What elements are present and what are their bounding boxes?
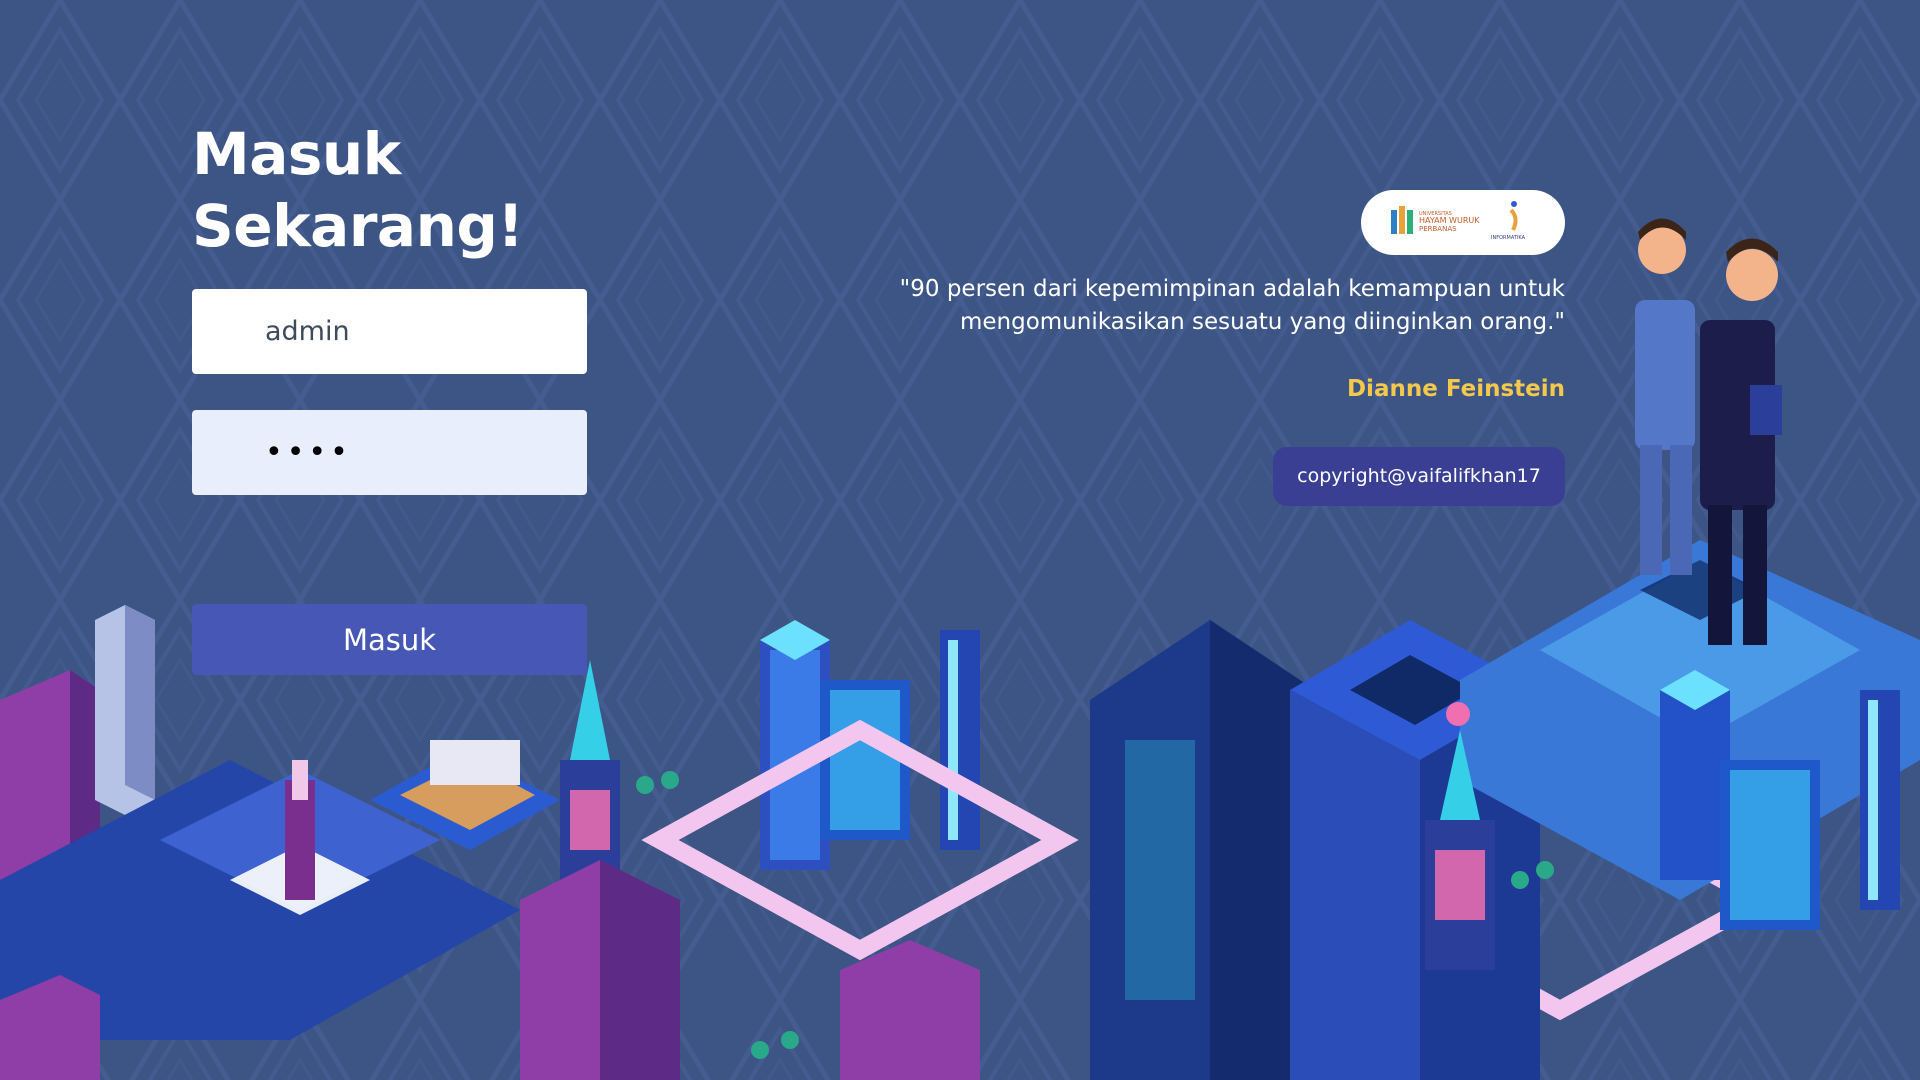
password-input[interactable] — [192, 410, 587, 495]
university-line-2: HAYAM WURUK — [1419, 216, 1480, 225]
university-line-3: PERBANAS — [1419, 225, 1457, 233]
title-line-2: Sekarang! — [192, 192, 524, 260]
department-label: INFORMATIKA — [1491, 235, 1526, 241]
login-button[interactable]: Masuk — [192, 604, 587, 675]
logo-badge: UNIVERSITAS HAYAM WURUK PERBANAS INFORMA… — [1361, 190, 1565, 255]
businessman-left — [1635, 218, 1695, 575]
quote-author: Dianne Feinstein — [1346, 376, 1565, 402]
quote-text: "90 persen dari kepemimpinan adalah kema… — [899, 276, 1565, 335]
copyright-badge: copyright@vaifalifkhan17 — [1273, 447, 1565, 506]
page-title: Masuk Sekarang! — [192, 118, 524, 262]
university-logo: UNIVERSITAS HAYAM WURUK PERBANAS INFORMA… — [1391, 201, 1526, 241]
username-input[interactable] — [192, 289, 587, 374]
title-line-1: Masuk — [192, 120, 401, 188]
